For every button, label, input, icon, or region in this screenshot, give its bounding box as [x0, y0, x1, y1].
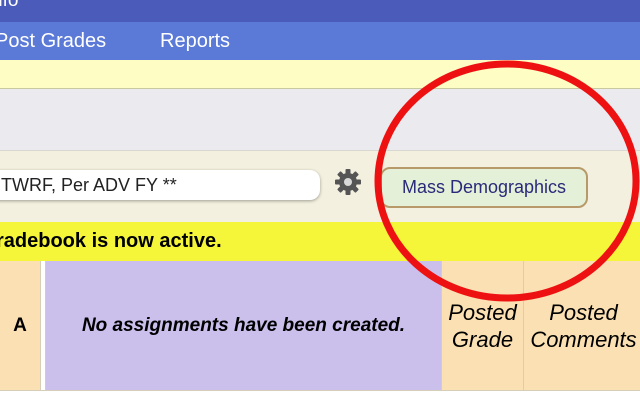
- posted-comments-line-1: Posted: [549, 299, 618, 325]
- main-nav: Post Grades Reports: [0, 22, 640, 60]
- gradebook-active-banner: radebook is now active.: [0, 222, 640, 261]
- grid-first-row: [0, 390, 640, 400]
- posted-grade-line-1: Posted: [448, 299, 517, 325]
- banner-text: radebook is now active.: [0, 230, 222, 252]
- notice-strip: [0, 60, 640, 89]
- no-assignments-header: No assignments have been created.: [46, 261, 442, 390]
- posted-comments-line-2: Comments: [530, 326, 637, 352]
- class-select[interactable]: TWRF, Per ADV FY **: [0, 170, 320, 200]
- gradebook-screen: nfo Post Grades Reports TWRF, Per ADV FY…: [0, 0, 640, 400]
- title-text: nfo: [0, 0, 19, 11]
- title-bar: nfo: [0, 0, 640, 22]
- posted-grade-header: Posted Grade: [442, 261, 524, 390]
- posted-grade-line-2: Grade: [451, 326, 514, 352]
- gradebook-grid: A No assignments have been created. Post…: [0, 261, 640, 400]
- nav-reports[interactable]: Reports: [160, 22, 230, 60]
- gear-icon[interactable]: [333, 167, 363, 197]
- mass-demographics-button[interactable]: Mass Demographics: [380, 167, 588, 208]
- header-band: [0, 89, 640, 151]
- nav-post-grades[interactable]: Post Grades: [0, 22, 106, 60]
- column-header-a: A: [0, 261, 41, 390]
- posted-comments-header: Posted Comments: [524, 261, 640, 390]
